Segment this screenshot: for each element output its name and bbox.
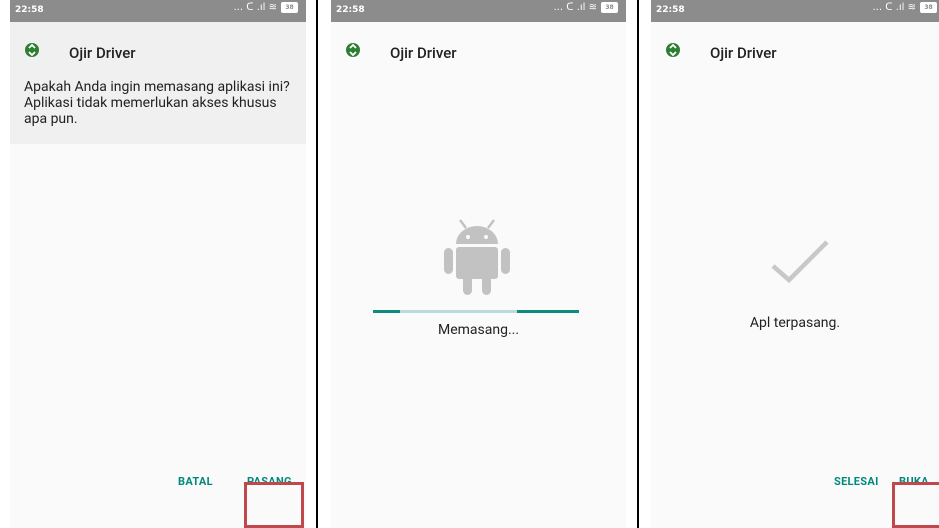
installed-status-text: Apl terpasang. [749,315,841,331]
status-bar: 22:58 ... ᑕ .ıl ≋ 38 [651,0,939,22]
battery-icon: 38 [601,2,618,13]
android-robot-icon [444,219,510,295]
signal-icon: ... ᑕ .ıl ≋ [233,2,278,13]
install-prompt-screen: 22:58 ... ᑕ .ıl ≋ 38 Ojir Driver Apakah … [10,0,306,528]
battery-icon: 38 [920,2,937,13]
status-time: 22:58 [336,5,365,15]
install-progress-bar [373,310,579,313]
recycle-app-icon [666,43,680,57]
status-time: 22:58 [656,5,685,15]
battery-icon: 38 [281,2,298,13]
recycle-app-icon [25,43,39,57]
status-icons: ... ᑕ .ıl ≋ 38 [872,2,937,13]
status-bar: 22:58 ... ᑕ .ıl ≋ 38 [331,0,626,22]
divider [316,0,318,528]
cancel-button[interactable]: BATAL [178,475,213,488]
status-icons: ... ᑕ .ıl ≋ 38 [553,2,618,13]
installing-screen: 22:58 ... ᑕ .ıl ≋ 38 Ojir Driver Memasan… [331,0,626,528]
progress-segment [517,310,579,313]
status-icons: ... ᑕ .ıl ≋ 38 [233,2,298,13]
recycle-app-icon [346,43,360,57]
install-question: Apakah Anda ingin memasang aplikasi ini?… [24,79,290,127]
status-time: 22:58 [15,5,44,15]
app-title: Ojir Driver [710,44,777,62]
progress-segment [373,310,400,313]
highlight-box [892,482,939,528]
divider [637,0,639,528]
signal-icon: ... ᑕ .ıl ≋ [872,2,917,13]
signal-icon: ... ᑕ .ıl ≋ [553,2,598,13]
status-bar: 22:58 ... ᑕ .ıl ≋ 38 [10,0,306,22]
checkmark-icon [771,240,829,284]
installed-screen: 22:58 ... ᑕ .ıl ≋ 38 Ojir Driver Apl ter… [651,0,939,528]
installing-status-text: Memasang... [437,322,520,338]
prompt-panel: Ojir Driver Apakah Anda ingin memasang a… [10,22,306,144]
highlight-box [244,482,304,528]
done-button[interactable]: SELESAI [834,475,879,488]
app-title: Ojir Driver [390,44,457,62]
app-title: Ojir Driver [69,44,136,62]
